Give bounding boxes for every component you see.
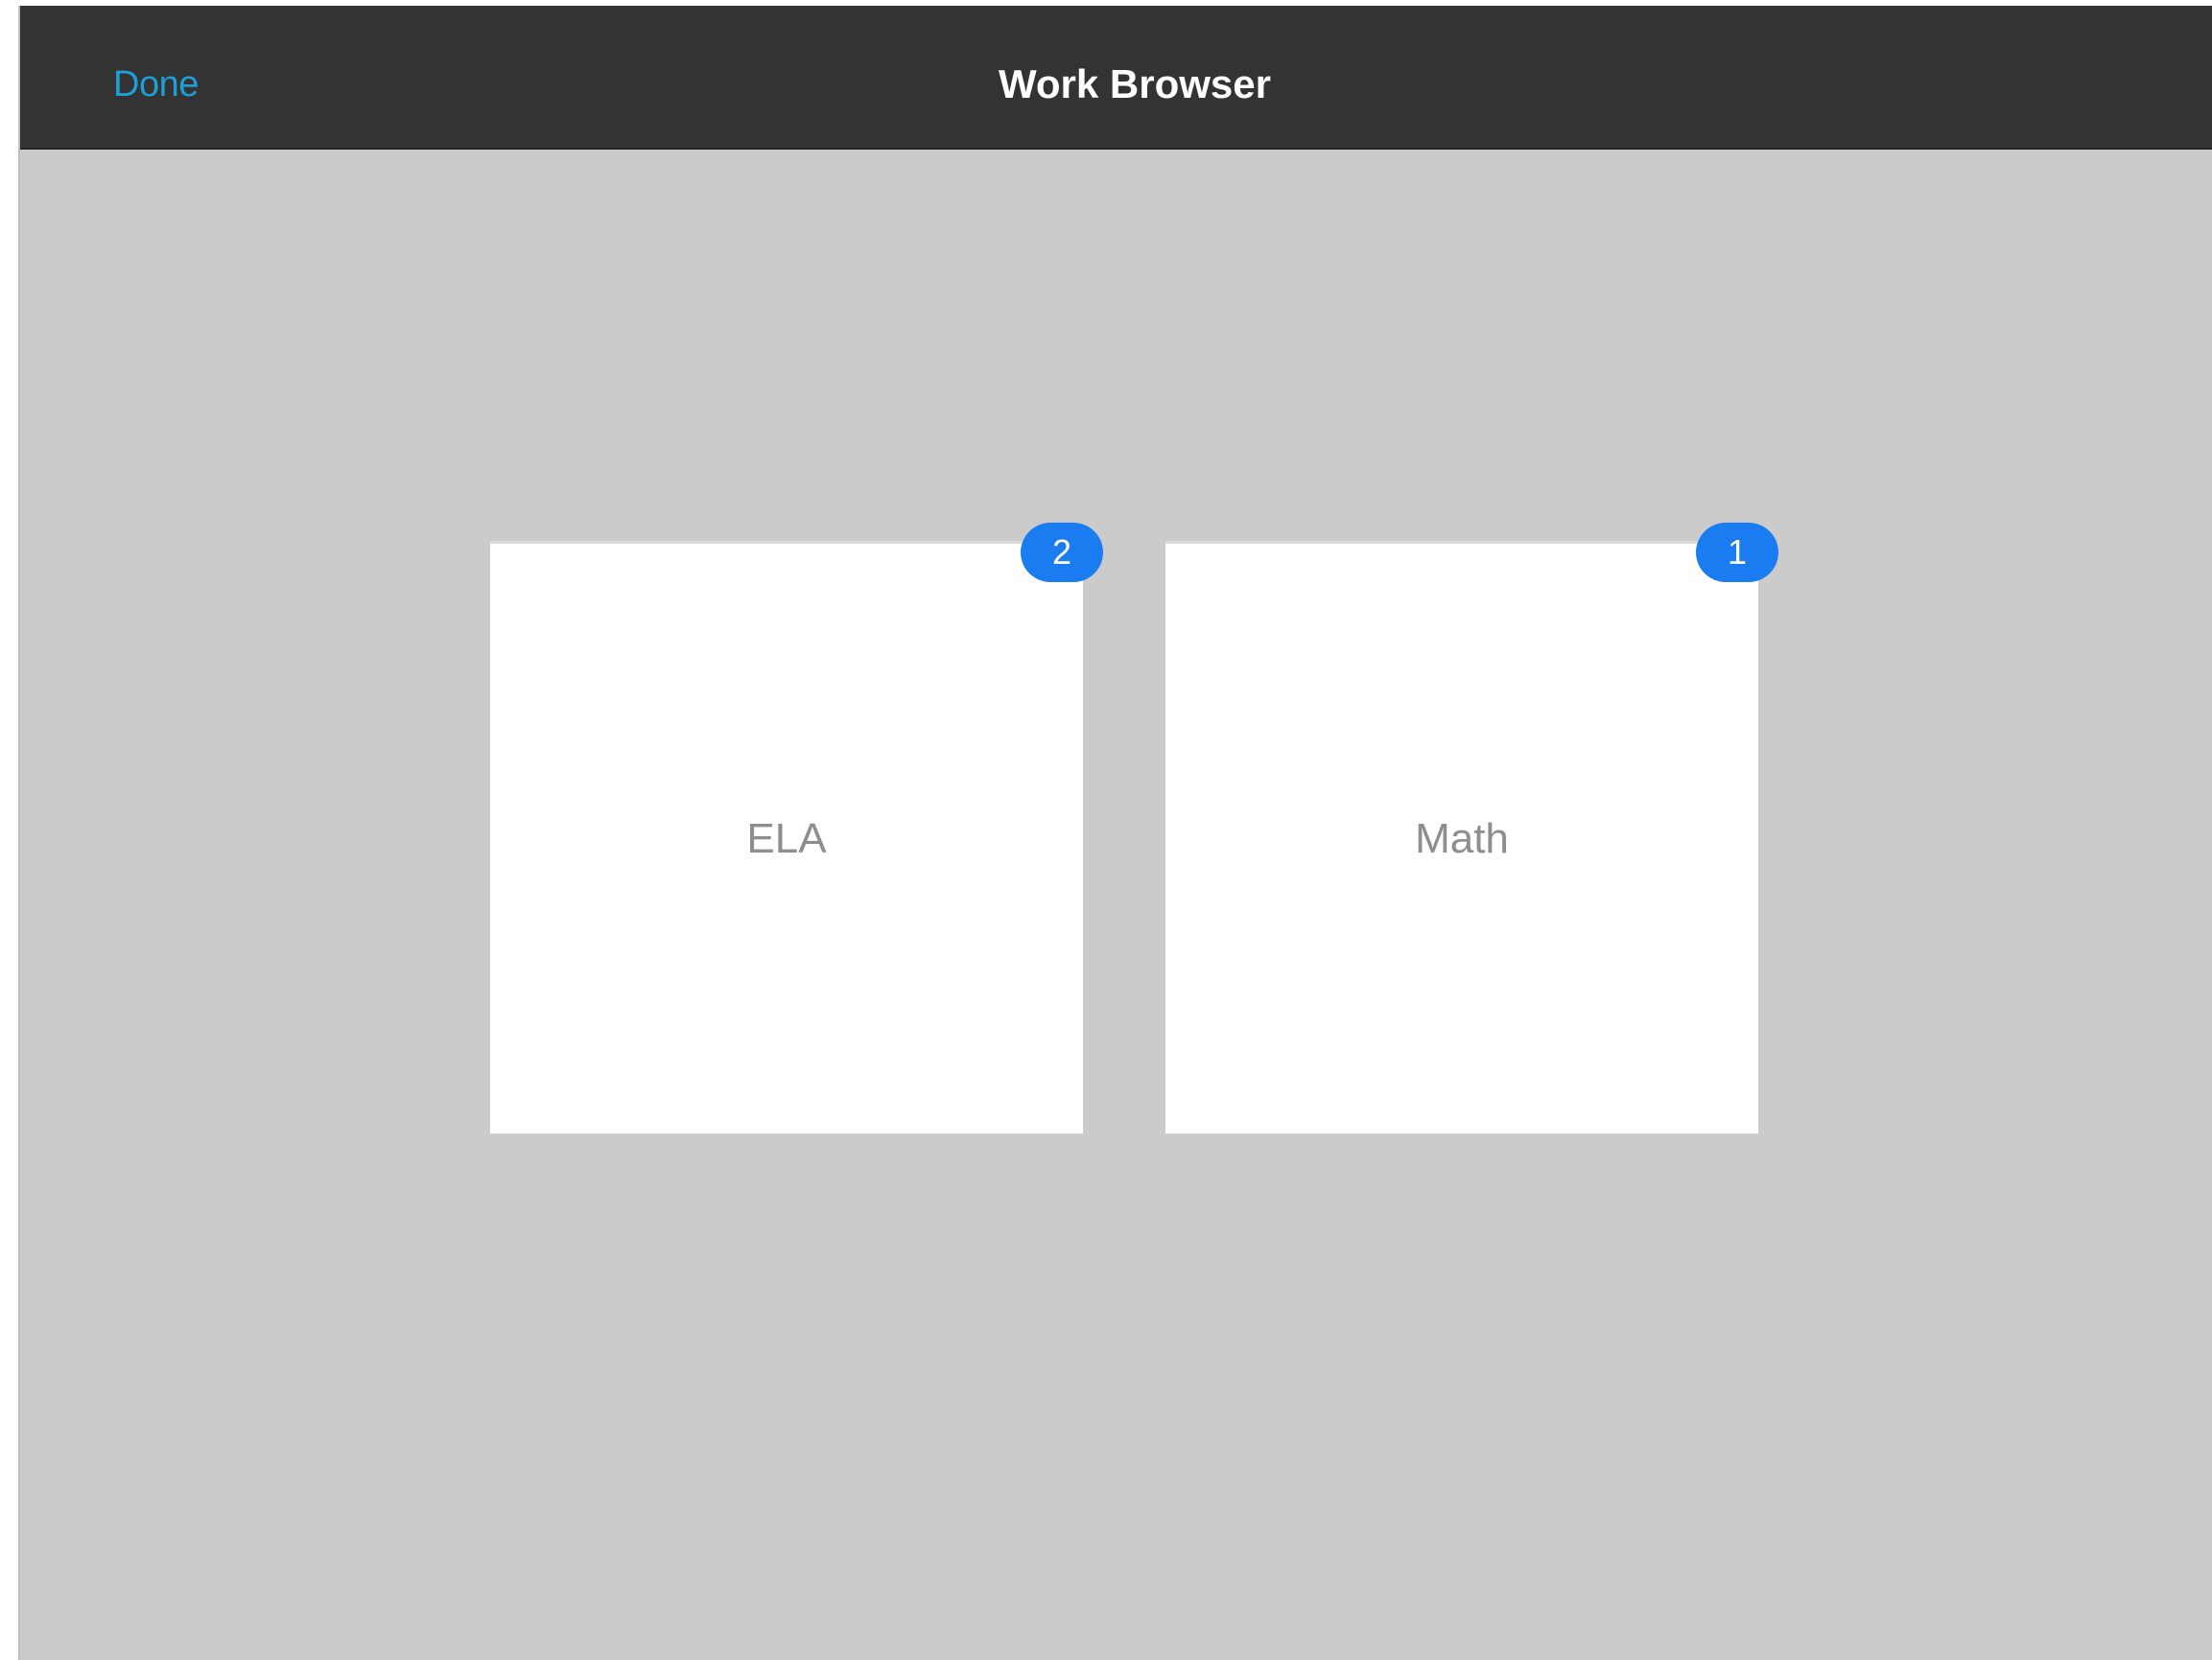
folder-card-math[interactable]: Math 1 [1165, 523, 1778, 1134]
folder-label: Math [1415, 814, 1509, 862]
folder-card-ela[interactable]: ELA 2 [490, 523, 1103, 1134]
count-badge: 1 [1696, 523, 1778, 582]
folder-label: ELA [746, 814, 827, 862]
page-title: Work Browser [999, 61, 1271, 106]
folder-grid: ELA 2 Math 1 [20, 150, 2212, 1660]
done-button[interactable]: Done [113, 54, 199, 115]
work-browser-window: Done Work Browser ELA 2 Math 1 [18, 6, 2212, 1660]
navigation-bar: Done Work Browser [20, 6, 2212, 150]
count-badge: 2 [1021, 523, 1103, 582]
